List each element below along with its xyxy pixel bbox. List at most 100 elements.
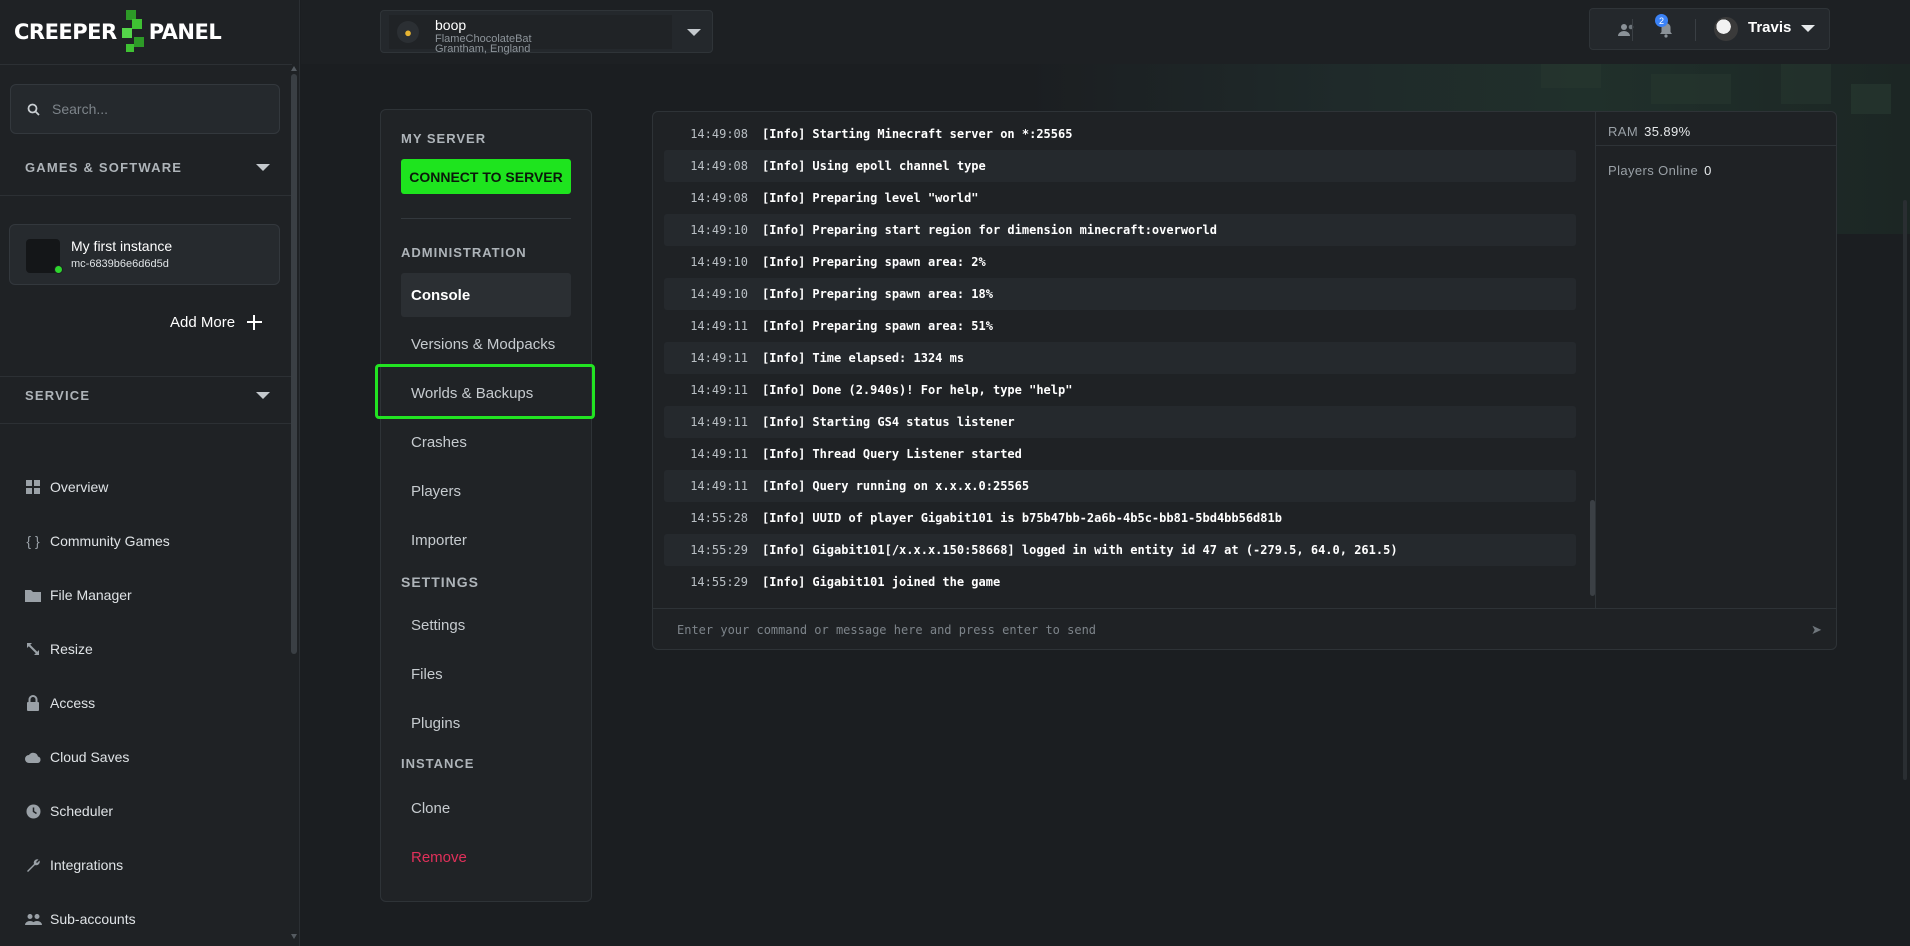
menu-item-importer[interactable]: Importer (401, 518, 571, 562)
scroll-down-arrow[interactable] (291, 934, 297, 939)
nav-label: File Manager (50, 587, 132, 603)
sidebar: CREEPER PANEL GAMES & SOFTWARE My first … (0, 0, 300, 946)
server-selector[interactable]: ● boop FlameChocolateBat Grantham, Engla… (380, 10, 713, 55)
grid-icon (24, 478, 42, 496)
nav-item-community-games[interactable]: { } Community Games (24, 514, 274, 568)
games-software-label: GAMES & SOFTWARE (25, 160, 183, 175)
connect-to-server-button[interactable]: CONNECT TO SERVER (401, 159, 571, 194)
scroll-up-arrow[interactable] (291, 66, 297, 71)
user-name[interactable]: Travis (1748, 19, 1791, 36)
log-level: [Info] (762, 351, 806, 365)
server-icon: ● (397, 21, 419, 43)
instance-id: mc-6839b6e6d6d5d (71, 258, 169, 270)
menu-item-crashes[interactable]: Crashes (401, 420, 571, 464)
nav-item-sub-accounts[interactable]: Sub-accounts (24, 892, 274, 946)
creeper-logo-icon (118, 10, 148, 54)
menu-item-clone[interactable]: Clone (401, 786, 571, 830)
logo-text-right: PANEL (148, 20, 222, 44)
friends-icon[interactable] (1616, 20, 1636, 40)
avatar[interactable] (1714, 17, 1738, 41)
command-bar: ➤ (653, 608, 1836, 649)
nav-label: Sub-accounts (50, 911, 136, 927)
nav-item-scheduler[interactable]: Scheduler (24, 784, 274, 838)
log-row: 14:49:10 [Info] Preparing spawn area: 18% (664, 278, 1576, 310)
sidebar-scrollbar[interactable] (291, 74, 297, 654)
settings-heading: SETTINGS (401, 574, 480, 590)
nav-item-access[interactable]: Access (24, 676, 274, 730)
log-message: Thread Query Listener started (812, 447, 1022, 461)
log-time: 14:49:11 (690, 479, 748, 493)
log-message: Preparing spawn area: 2% (812, 255, 986, 269)
chevron-down-icon[interactable] (256, 392, 270, 399)
search-icon (27, 103, 40, 116)
console-log[interactable]: 14:49:08 [Info] Starting Minecraft server … (664, 118, 1576, 598)
log-message: Gigabit101 joined the game (812, 575, 1001, 589)
plus-icon (247, 315, 263, 330)
nav-label: Cloud Saves (50, 749, 130, 765)
service-header[interactable]: SERVICE (25, 388, 270, 403)
ram-value: 35.89% (1644, 124, 1691, 139)
log-message: UUID of player Gigabit101 is b75b47bb-2a… (812, 511, 1282, 525)
chevron-down-icon[interactable] (1801, 25, 1815, 32)
log-row: 14:55:29 [Info] Gigabit101 joined the game (664, 566, 1576, 598)
log-time: 14:49:11 (690, 415, 748, 429)
menu-item-settings[interactable]: Settings (401, 603, 571, 647)
log-message: Preparing spawn area: 51% (812, 319, 993, 333)
instance-card[interactable]: My first instance mc-6839b6e6d6d5d (9, 224, 280, 285)
users-icon (24, 910, 42, 928)
chevron-down-icon[interactable] (687, 29, 701, 36)
log-level: [Info] (762, 543, 806, 557)
nav-label: Overview (50, 479, 109, 495)
log-message: Starting Minecraft server on *:25565 (812, 127, 1073, 141)
log-row: 14:49:11 [Info] Starting GS4 status listen… (664, 406, 1576, 438)
nav-item-integrations[interactable]: Integrations (24, 838, 274, 892)
user-toolbar (1589, 8, 1830, 50)
menu-item-players[interactable]: Players (401, 469, 571, 513)
divider (401, 218, 571, 219)
log-row: 14:49:08 [Info] Using epoll channel type (664, 150, 1576, 182)
log-row: 14:55:28 [Info] UUID of player Gigabit101 … (664, 502, 1576, 534)
menu-item-console[interactable]: Console (401, 273, 571, 317)
server-location: Grantham, England (435, 43, 531, 55)
server-info: ● boop FlameChocolateBat Grantham, Engla… (389, 15, 672, 55)
chevron-down-icon[interactable] (256, 164, 270, 171)
log-level: [Info] (762, 383, 806, 397)
page-scrollbar[interactable] (1903, 200, 1907, 780)
nav-item-cloud-saves[interactable]: Cloud Saves (24, 730, 274, 784)
log-row: 14:49:08 [Info] Preparing level "world" (664, 182, 1576, 214)
log-message: Query running on x.x.x.0:25565 (812, 479, 1030, 493)
creeperpanel-logo[interactable]: CREEPER PANEL (14, 10, 222, 54)
notification-count-badge: 2 (1655, 14, 1668, 27)
log-time: 14:49:11 (690, 447, 748, 461)
divider (1632, 19, 1633, 41)
search-box[interactable] (10, 84, 280, 134)
divider (0, 195, 292, 196)
log-time: 14:49:08 (690, 191, 748, 205)
log-row: 14:55:29 [Info] Gigabit101[/x.x.x.150:5866… (664, 534, 1576, 566)
menu-item-files[interactable]: Files (401, 652, 571, 696)
divider (0, 423, 292, 424)
menu-item-remove[interactable]: Remove (401, 835, 571, 879)
send-icon[interactable]: ➤ (1811, 622, 1822, 638)
nav-item-resize[interactable]: Resize (24, 622, 274, 676)
log-message: Done (2.940s)! For help, type "help" (812, 383, 1073, 397)
log-time: 14:55:29 (690, 543, 748, 557)
server-menu: MY SERVER CONNECT TO SERVER ADMINISTRATI… (380, 109, 592, 902)
divider (0, 64, 292, 65)
menu-item-plugins[interactable]: Plugins (401, 701, 571, 745)
server-name: boop (435, 17, 467, 33)
menu-item-worlds-backups[interactable]: Worlds & Backups (401, 371, 571, 415)
log-time: 14:49:11 (690, 351, 748, 365)
nav-item-overview[interactable]: Overview (24, 460, 274, 514)
menu-item-versions-modpacks[interactable]: Versions & Modpacks (401, 322, 571, 366)
log-level: [Info] (762, 191, 806, 205)
log-row: 14:49:11 [Info] Preparing spawn area: 51% (664, 310, 1576, 342)
command-input[interactable] (677, 619, 1777, 641)
search-input[interactable] (52, 101, 252, 117)
nav-item-file-manager[interactable]: File Manager (24, 568, 274, 622)
log-time: 14:49:10 (690, 223, 748, 237)
log-row: 14:49:10 [Info] Preparing start region for… (664, 214, 1576, 246)
games-software-header[interactable]: GAMES & SOFTWARE (25, 160, 270, 175)
add-more-button[interactable]: Add More (170, 314, 263, 331)
resize-icon (24, 640, 42, 658)
